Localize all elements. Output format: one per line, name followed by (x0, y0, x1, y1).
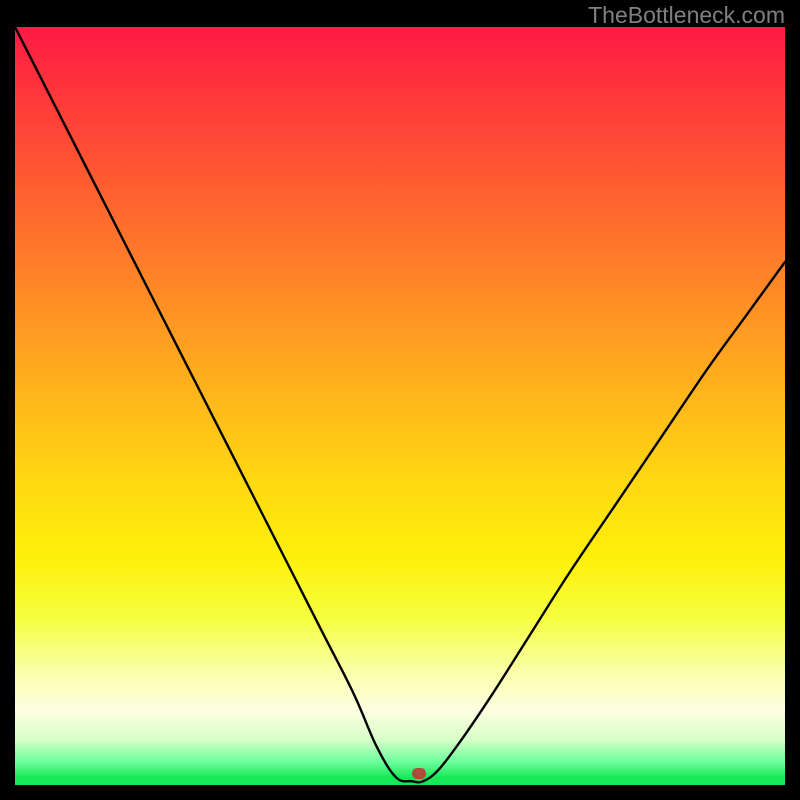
bottleneck-curve (15, 27, 785, 785)
chart-frame (15, 27, 785, 785)
plot-area (15, 27, 785, 785)
optimum-marker (412, 768, 426, 779)
attribution-text: TheBottleneck.com (588, 2, 785, 29)
